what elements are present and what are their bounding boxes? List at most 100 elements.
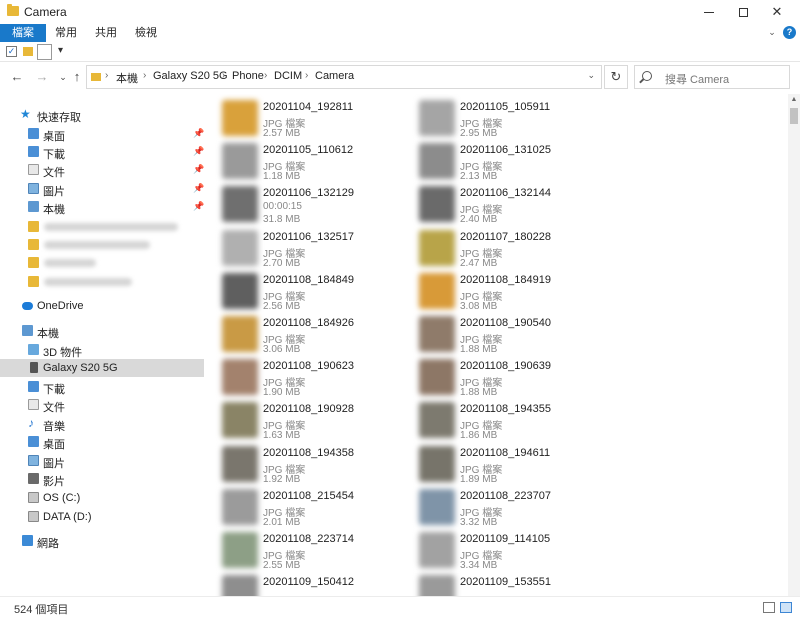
file-name: 20201106_132144 — [460, 187, 551, 200]
vertical-scrollbar[interactable]: ▲ — [788, 94, 800, 596]
sidebar-item-onedrive[interactable]: OneDrive — [0, 297, 204, 315]
scrollbar-thumb[interactable] — [790, 108, 798, 124]
sidebar-item-blurred-folder[interactable] — [0, 236, 204, 254]
large-icons-view-icon[interactable] — [780, 602, 792, 613]
file-name: 20201106_132129 — [263, 187, 354, 200]
file-item[interactable]: 20201107_180228 JPG 檔案 2.47 MB — [409, 228, 599, 270]
breadcrumb-this-pc[interactable]: 本機 — [116, 70, 138, 86]
file-list: 20201104_192811 JPG 檔案 2.57 MB 20201105_105… — [212, 94, 788, 596]
maximize-button[interactable] — [726, 0, 760, 24]
sidebar-item-videos[interactable]: 影片 — [0, 470, 204, 488]
sidebar-item-blurred-folder[interactable] — [0, 218, 204, 236]
back-button[interactable]: ← — [9, 69, 25, 85]
file-item[interactable]: 20201109_153551 — [409, 573, 599, 596]
breadcrumb-dcim[interactable]: DCIM — [274, 70, 302, 82]
refresh-button[interactable]: ↻ — [604, 65, 628, 89]
sidebar-item-galaxy-s20[interactable]: Galaxy S20 5G — [0, 359, 204, 377]
file-item[interactable]: 20201108_194611 JPG 檔案 1.89 MB — [409, 444, 599, 486]
sidebar-item-label: 圖片 — [43, 186, 65, 198]
pin-icon: 📌 — [193, 164, 205, 174]
file-size: 1.89 MB — [460, 473, 498, 485]
new-folder-icon[interactable] — [23, 47, 33, 56]
file-item[interactable]: 20201109_150412 — [212, 573, 402, 596]
tab-share[interactable]: 共用 — [90, 24, 122, 42]
file-item[interactable]: 20201108_190928 JPG 檔案 1.63 MB — [212, 400, 402, 442]
up-button[interactable]: ↑ — [69, 69, 85, 85]
file-item[interactable]: 20201106_132517 JPG 檔案 2.70 MB — [212, 228, 402, 270]
breadcrumb-separator-icon[interactable]: › — [143, 70, 146, 81]
file-name: 20201108_194358 — [263, 446, 354, 459]
file-item[interactable]: 20201108_223714 JPG 檔案 2.55 MB — [212, 530, 402, 572]
sidebar-item-this-pc-pinned[interactable]: 本機 📌 — [0, 198, 204, 216]
file-item[interactable]: 20201105_110612 JPG 檔案 1.18 MB — [212, 141, 402, 183]
sidebar-item-blurred-folder[interactable] — [0, 273, 204, 291]
folder-icon — [28, 239, 39, 250]
properties-icon[interactable]: ✓ — [6, 46, 17, 57]
breadcrumb-separator-icon[interactable]: › — [222, 70, 225, 81]
sidebar-item-label: OS (C:) — [43, 492, 81, 504]
file-item[interactable]: 20201108_184849 JPG 檔案 2.56 MB — [212, 271, 402, 313]
file-item[interactable]: 20201106_132129 00:00:15 31.8 MB — [212, 184, 402, 226]
breadcrumb-camera[interactable]: Camera — [315, 70, 354, 82]
search-input[interactable]: 搜尋 Camera — [634, 65, 790, 89]
sidebar-item-drive-c[interactable]: OS (C:) — [0, 489, 204, 507]
breadcrumb-phone[interactable]: Phone — [232, 70, 264, 82]
file-item[interactable]: 20201106_132144 JPG 檔案 2.40 MB — [409, 184, 599, 226]
tab-view[interactable]: 檢視 — [130, 24, 162, 42]
sidebar-item-3d-objects[interactable]: 3D 物件 — [0, 341, 204, 359]
tab-home[interactable]: 常用 — [50, 24, 82, 42]
sidebar-item-pictures-pc[interactable]: 圖片 — [0, 452, 204, 470]
breadcrumb-separator-icon[interactable]: › — [105, 70, 108, 81]
file-item[interactable]: 20201108_223707 JPG 檔案 3.32 MB — [409, 487, 599, 529]
file-thumbnail — [222, 575, 258, 596]
address-dropdown-icon[interactable]: ⌄ — [587, 70, 595, 81]
file-thumbnail — [419, 575, 455, 596]
details-view-icon[interactable] — [763, 602, 775, 613]
sidebar-item-this-pc[interactable]: 本機 — [0, 322, 204, 340]
file-item[interactable]: 20201108_184919 JPG 檔案 3.08 MB — [409, 271, 599, 313]
file-item[interactable]: 20201105_105911 JPG 檔案 2.95 MB — [409, 98, 599, 140]
scroll-up-icon[interactable]: ▲ — [788, 94, 800, 106]
file-size: 2.40 MB — [460, 214, 498, 226]
forward-button[interactable]: → — [34, 69, 50, 85]
file-item[interactable]: 20201108_194358 JPG 檔案 1.92 MB — [212, 444, 402, 486]
sidebar-item-documents-pc[interactable]: 文件 — [0, 396, 204, 414]
file-thumbnail — [419, 186, 455, 223]
sidebar-item-documents[interactable]: 文件 📌 — [0, 161, 204, 179]
sidebar-item-label: 影片 — [43, 476, 65, 488]
customize-toolbar-icon[interactable]: ▾ — [58, 45, 63, 56]
minimize-button[interactable] — [692, 0, 726, 24]
sidebar-item-label: 本機 — [43, 204, 65, 216]
file-item[interactable]: 20201109_114105 JPG 檔案 3.34 MB — [409, 530, 599, 572]
expand-ribbon-icon[interactable]: ⌄ — [767, 27, 777, 38]
help-icon[interactable]: ? — [783, 26, 796, 39]
rename-field[interactable] — [37, 44, 52, 60]
file-item[interactable]: 20201108_190639 JPG 檔案 1.88 MB — [409, 357, 599, 399]
sidebar-item-blurred-folder[interactable] — [0, 254, 204, 272]
sidebar-item-pictures[interactable]: 圖片 📌 — [0, 180, 204, 198]
sidebar-item-drive-d[interactable]: DATA (D:) — [0, 508, 204, 526]
address-bar[interactable]: › 本機 › Galaxy S20 5G › Phone › DCIM › Ca… — [86, 65, 602, 89]
sidebar-item-network[interactable]: 網路 — [0, 532, 204, 550]
file-item[interactable]: 20201108_184926 JPG 檔案 3.06 MB — [212, 314, 402, 356]
file-size: 2.13 MB — [460, 171, 498, 183]
file-item[interactable]: 20201106_131025 JPG 檔案 2.13 MB — [409, 141, 599, 183]
file-item[interactable]: 20201108_190623 JPG 檔案 1.90 MB — [212, 357, 402, 399]
sidebar-item-downloads-pc[interactable]: 下載 — [0, 378, 204, 396]
sidebar-item-desktop-pc[interactable]: 桌面 — [0, 433, 204, 451]
desktop-icon — [28, 436, 39, 447]
sidebar-item-downloads[interactable]: 下載 📌 — [0, 143, 204, 161]
breadcrumb-separator-icon[interactable]: › — [305, 70, 308, 81]
file-item[interactable]: 20201104_192811 JPG 檔案 2.57 MB — [212, 98, 402, 140]
close-button[interactable]: ✕ — [760, 0, 794, 24]
file-item[interactable]: 20201108_190540 JPG 檔案 1.88 MB — [409, 314, 599, 356]
sidebar-item-quick-access[interactable]: ★ 快速存取 — [0, 106, 204, 124]
file-name: 20201108_194355 — [460, 403, 551, 416]
phone-icon — [30, 362, 38, 373]
breadcrumb-separator-icon[interactable]: › — [264, 70, 267, 81]
file-item[interactable]: 20201108_215454 JPG 檔案 2.01 MB — [212, 487, 402, 529]
sidebar-item-music[interactable]: ♪ 音樂 — [0, 415, 204, 433]
sidebar-item-desktop[interactable]: 桌面 📌 — [0, 125, 204, 143]
file-item[interactable]: 20201108_194355 JPG 檔案 1.86 MB — [409, 400, 599, 442]
breadcrumb-device[interactable]: Galaxy S20 5G — [153, 70, 228, 82]
